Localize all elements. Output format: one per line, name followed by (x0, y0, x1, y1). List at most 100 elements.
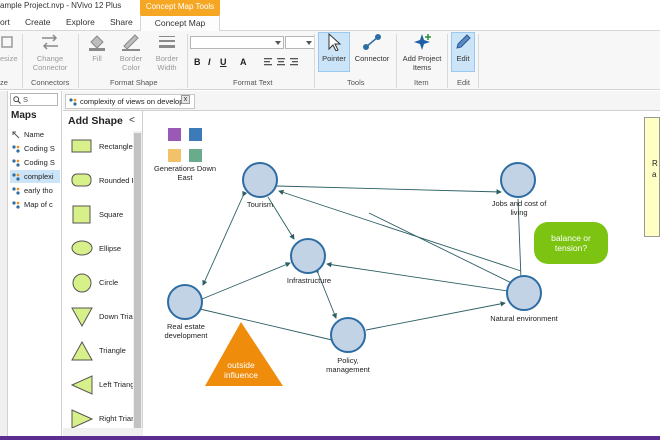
map-list-item[interactable]: early tho (10, 184, 60, 197)
menu-import[interactable]: ort (0, 17, 10, 27)
circle-shape-icon (72, 273, 92, 293)
resize-icon (1, 36, 13, 48)
align-buttons-icon[interactable] (264, 58, 304, 67)
italic-button[interactable]: I (208, 57, 211, 67)
connector-label: Connector (354, 54, 390, 63)
pencil-icon (456, 34, 471, 49)
horizontal-scrollbar[interactable] (63, 428, 143, 436)
menu-explore[interactable]: Explore (66, 17, 95, 27)
ellipse-shape-icon (71, 240, 93, 256)
edge-tourism-real-estate[interactable] (202, 190, 248, 286)
search-icon (13, 96, 21, 104)
legend-label: Generations Down East (153, 164, 217, 182)
legend-swatch-yellow[interactable] (168, 149, 181, 162)
shape-ellipse[interactable]: Ellipse (63, 235, 133, 265)
border-color-button[interactable]: Border Color (116, 33, 146, 72)
column-header-name[interactable]: Name (10, 128, 60, 141)
node-natural[interactable] (506, 275, 542, 311)
map-list-item-label: complexi (24, 172, 54, 181)
edit-button[interactable]: Edit (451, 33, 475, 63)
border-width-button[interactable]: Border Width (150, 33, 184, 72)
menu-create[interactable]: Create (25, 17, 51, 27)
underline-button[interactable]: U (220, 57, 227, 67)
edge-tourism-jobs[interactable] (276, 185, 502, 195)
shape-label: Ellipse (99, 244, 122, 253)
map-list-item-label: Map of c (24, 200, 53, 209)
navigation-strip[interactable] (0, 91, 8, 440)
node-policy[interactable] (330, 317, 366, 353)
node-real-estate[interactable] (167, 284, 203, 320)
node-label-natural: Natural environment (490, 314, 558, 323)
shape-circle[interactable]: Circle (63, 269, 133, 299)
context-tab-label: Concept Map Tools (140, 0, 220, 14)
node-label-policy: Policy, management (326, 356, 370, 374)
node-label-real-estate: Real estate development (164, 322, 208, 340)
node-label-infrastructure: Infrastructure (286, 276, 332, 285)
ribbon-separator (396, 34, 397, 88)
shape-left-triangle[interactable]: Left Triang (63, 371, 134, 401)
chevron-down-icon (275, 41, 281, 45)
connector-icon (363, 34, 381, 50)
document-tab[interactable]: complexity of views on developm (65, 94, 195, 109)
line-width-icon (159, 36, 175, 48)
collapse-panel-icon[interactable]: < (129, 115, 135, 126)
bold-button[interactable]: B (194, 57, 201, 67)
search-input[interactable]: S (10, 93, 58, 106)
font-size-select[interactable] (285, 36, 315, 49)
change-connector-button[interactable]: Change Connector (28, 33, 72, 72)
tab-concept-map[interactable]: Concept Map (140, 14, 220, 32)
node-tourism[interactable] (242, 162, 278, 198)
shape-down-triangle[interactable]: Down Trian (63, 303, 137, 333)
right-triangle-shape-icon (71, 409, 93, 429)
fill-label: Fill (92, 54, 102, 63)
font-color-button[interactable]: A (240, 57, 247, 67)
legend-swatch-purple[interactable] (168, 128, 181, 141)
edit-label: Edit (456, 54, 470, 63)
ribbon-separator (478, 34, 479, 88)
legend-swatch-blue[interactable] (189, 128, 202, 141)
add-project-items-button[interactable]: Add Project Items (399, 33, 445, 72)
map-list-item[interactable]: Coding S (10, 142, 60, 155)
note-text: R a (652, 159, 658, 179)
edge-real-estate-policy[interactable] (199, 308, 333, 341)
square-shape-icon (72, 205, 91, 224)
legend-swatch-green[interactable] (189, 149, 202, 162)
title-bar: ample Project.nvp - NVivo 12 Plus Concep… (0, 0, 660, 14)
menu-share[interactable]: Share (110, 17, 133, 27)
change-connector-icon (42, 34, 58, 50)
map-list-item[interactable]: Map of c (10, 198, 60, 211)
map-list-item-selected[interactable]: complexi (10, 170, 60, 183)
concept-map-icon (12, 201, 20, 209)
connector-button[interactable]: Connector (353, 33, 391, 63)
pen-icon (122, 34, 140, 51)
edge-natural-infrastructure[interactable] (326, 261, 522, 294)
node-jobs[interactable] (500, 162, 536, 198)
group-label-format-text: Format Text (233, 78, 273, 87)
group-label-tools: Tools (347, 78, 365, 87)
map-list-item[interactable]: Coding S (10, 156, 60, 169)
menu-row: ort Create Explore Share Concept Map (0, 14, 660, 32)
shape-square[interactable]: Square (63, 201, 133, 231)
ribbon-separator (314, 34, 315, 88)
add-items-label: Add Project Items (402, 54, 442, 72)
sort-icon (12, 131, 20, 139)
status-strip (0, 436, 660, 440)
ribbon: esize ze Change Connector Connectors Fil… (0, 31, 660, 90)
resize-button[interactable]: esize (0, 33, 18, 63)
shape-rounded-rectangle[interactable]: Rounded R (63, 167, 137, 197)
group-label-item: Item (414, 78, 429, 87)
balance-text: balance or tension? (551, 233, 591, 253)
pointer-button[interactable]: Pointer (318, 33, 350, 63)
concept-map-canvas[interactable]: Generations Down East Tourism Jobs and c… (144, 111, 660, 437)
node-infrastructure[interactable] (290, 238, 326, 274)
scrollbar-thumb[interactable] (134, 133, 141, 433)
shape-rectangle[interactable]: Rectangle (63, 133, 133, 163)
font-family-select[interactable] (190, 36, 284, 49)
shape-triangle[interactable]: Triangle (63, 337, 133, 367)
shape-label: Triangle (99, 346, 126, 355)
close-tab-icon[interactable]: x (181, 95, 190, 104)
document-tab-bar: complexity of views on developm x (63, 91, 660, 111)
fill-button[interactable]: Fill (84, 33, 110, 63)
ribbon-separator (78, 34, 79, 88)
edge-natural-infrastructure-2[interactable] (368, 212, 531, 293)
